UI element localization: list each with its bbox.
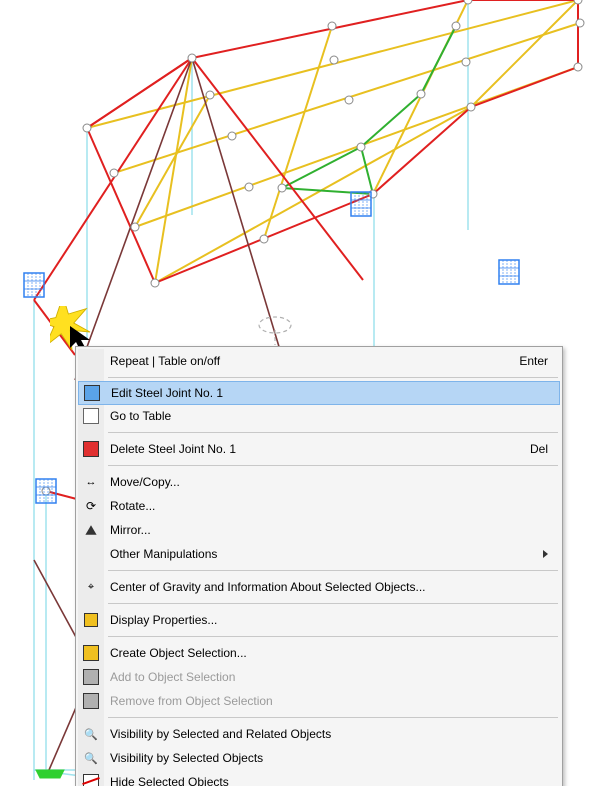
submenu-arrow-icon bbox=[543, 550, 548, 558]
menu-item-label: Hide Selected Objects bbox=[110, 775, 548, 786]
menu-item-display-properties[interactable]: Display Properties... bbox=[78, 608, 560, 632]
goto-table-icon bbox=[83, 408, 99, 424]
display-props-icon bbox=[83, 612, 99, 628]
edit-steel-joint-icon bbox=[84, 385, 100, 401]
menu-item-move-copy[interactable]: ↔︎ Move/Copy... bbox=[78, 470, 560, 494]
rotate-icon: ⟳ bbox=[83, 498, 99, 514]
hide-selected-icon bbox=[83, 774, 99, 786]
menu-item-label: Center of Gravity and Information About … bbox=[110, 580, 548, 594]
delete-icon bbox=[83, 441, 99, 457]
create-selection-icon bbox=[83, 645, 99, 661]
remove-selection-icon bbox=[83, 693, 99, 709]
mirror-icon bbox=[83, 522, 99, 538]
menu-item-label: Display Properties... bbox=[110, 613, 548, 627]
menu-item-other-manipulations[interactable]: Other Manipulations bbox=[78, 542, 560, 566]
menu-item-label: Visibility by Selected Objects bbox=[110, 751, 548, 765]
menu-separator bbox=[108, 465, 558, 466]
menu-separator bbox=[108, 432, 558, 433]
menu-item-label: Rotate... bbox=[110, 499, 548, 513]
menu-item-shortcut: Enter bbox=[519, 354, 548, 368]
menu-item-center-of-gravity-and-information-about-selected-objects[interactable]: ⌖ Center of Gravity and Information About… bbox=[78, 575, 560, 599]
menu-item-visibility-by-selected-objects[interactable]: 🔍 Visibility by Selected Objects bbox=[78, 746, 560, 770]
menu-item-label: Visibility by Selected and Related Objec… bbox=[110, 727, 548, 741]
menu-item-label: Add to Object Selection bbox=[110, 670, 548, 684]
menu-separator bbox=[108, 717, 558, 718]
context-menu[interactable]: Repeat | Table on/off Enter Edit Steel Joi… bbox=[75, 346, 563, 786]
menu-separator bbox=[108, 377, 558, 378]
center-gravity-icon: ⌖ bbox=[83, 579, 99, 595]
menu-item-mirror[interactable]: Mirror... bbox=[78, 518, 560, 542]
dashed-guide bbox=[259, 317, 291, 345]
move-copy-icon: ↔︎ bbox=[83, 474, 99, 490]
menu-separator bbox=[108, 603, 558, 604]
menu-item-label: Edit Steel Joint No. 1 bbox=[111, 386, 547, 400]
menu-separator bbox=[108, 636, 558, 637]
add-selection-icon bbox=[83, 669, 99, 685]
menu-item-add-to-object-selection: Add to Object Selection bbox=[78, 665, 560, 689]
menu-item-create-object-selection[interactable]: Create Object Selection... bbox=[78, 641, 560, 665]
menu-item-label: Other Manipulations bbox=[110, 547, 531, 561]
menu-item-delete-steel-joint-no-1[interactable]: Delete Steel Joint No. 1 Del bbox=[78, 437, 560, 461]
menu-item-label: Create Object Selection... bbox=[110, 646, 548, 660]
menu-item-label: Move/Copy... bbox=[110, 475, 548, 489]
menu-item-go-to-table[interactable]: Go to Table bbox=[78, 404, 560, 428]
menu-item-edit-steel-joint-no-1[interactable]: Edit Steel Joint No. 1 bbox=[78, 381, 560, 405]
menu-item-hide-selected-objects[interactable]: Hide Selected Objects bbox=[78, 770, 560, 786]
menu-item-rotate[interactable]: ⟳ Rotate... bbox=[78, 494, 560, 518]
menu-item-label: Mirror... bbox=[110, 523, 548, 537]
menu-item-visibility-by-selected-and-related-objects[interactable]: 🔍 Visibility by Selected and Related Obje… bbox=[78, 722, 560, 746]
menu-item-remove-from-object-selection: Remove from Object Selection bbox=[78, 689, 560, 713]
visibility-related-icon: 🔍 bbox=[83, 726, 99, 742]
menu-separator bbox=[108, 570, 558, 571]
menu-item-label: Go to Table bbox=[110, 409, 548, 423]
menu-item-repeat-table-on-off[interactable]: Repeat | Table on/off Enter bbox=[78, 349, 560, 373]
menu-item-shortcut: Del bbox=[530, 442, 548, 456]
visibility-selected-icon: 🔍 bbox=[83, 750, 99, 766]
menu-item-label: Repeat | Table on/off bbox=[110, 354, 507, 368]
menu-item-label: Remove from Object Selection bbox=[110, 694, 548, 708]
menu-item-label: Delete Steel Joint No. 1 bbox=[110, 442, 518, 456]
